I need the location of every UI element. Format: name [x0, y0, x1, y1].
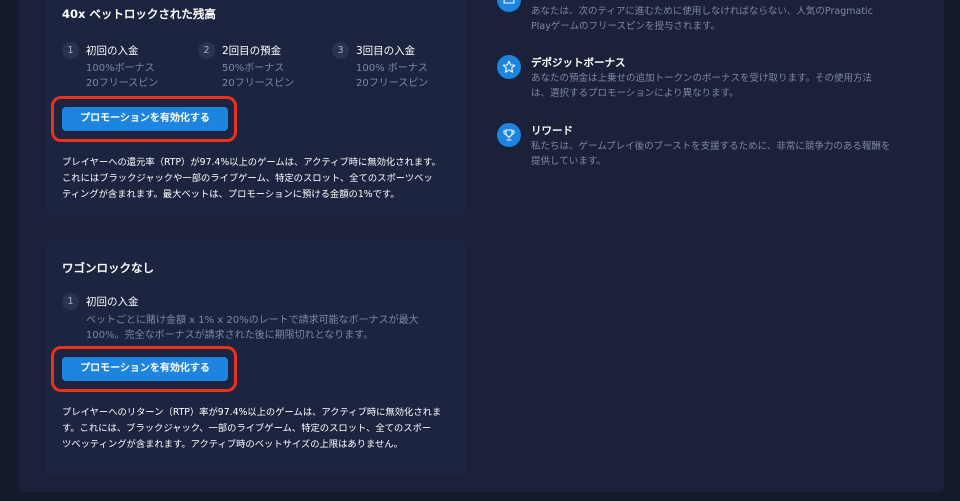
step-detail: 20フリースピン [356, 78, 429, 89]
step-detail: 20フリースピン [86, 78, 159, 89]
description-line: あなたの預金は上乗せの追加トークンのボーナスを受け取ります。その使用方法 [531, 73, 873, 84]
description-line: す。これには、ブラックジャック、一部のライブゲーム、特定のスロット、全てのスポー [62, 423, 432, 434]
description-line: 提供しています。 [531, 156, 606, 167]
step-detail: 20フリースピン [222, 78, 295, 89]
feature-title: リワード [531, 125, 573, 137]
description-line: これにはブラックジャックや一部のライブゲーム、特定のスロット、全てのスポーツベッ [62, 173, 433, 184]
promotion-title: 40x ベットロックされた残高 [62, 7, 216, 21]
step-detail: 50%ボーナス [222, 63, 285, 74]
button-highlight: プロモーションを有効化する [51, 346, 237, 392]
trophy-icon [497, 123, 521, 147]
promotion-title: ワゴンロックなし [62, 261, 154, 275]
step-detail: 100%ボーナス [86, 63, 155, 74]
activate-promotion-button[interactable]: プロモーションを有効化する [62, 357, 228, 381]
activate-promotion-button[interactable]: プロモーションを有効化する [62, 107, 228, 131]
step-title: 初回の入金 [86, 296, 139, 308]
description-line: プレイヤーへの還元率（RTP）が97.4%以上のゲームは、アクティブ時に無効化さ… [62, 157, 441, 168]
promotion-card-no-wager-lock: ワゴンロックなし 1 初回の入金 ベットごとに賭け金額 x 1% x 20%のレ… [46, 240, 466, 476]
step-number: 1 [62, 293, 79, 310]
feature-title: デポジットボーナス [531, 57, 626, 69]
description-line: ツベッティングが含まれます。アクティブ時のベットサイズの上限はありません。 [62, 439, 403, 450]
step-title: 2回目の預金 [222, 45, 282, 57]
description-line: ティングが含まれます。最大ベットは、プロモーションに預ける金額の1%です。 [62, 189, 400, 200]
step-detail: 100%。完全なボーナスが請求された後に期限切れとなります。 [86, 330, 374, 341]
step-detail: 100% ボーナス [356, 63, 428, 74]
step-detail: ベットごとに賭け金額 x 1% x 20%のレートで請求可能なボーナスが最大 [86, 315, 419, 326]
description-line: 私たちは、ゲームプレイ後のブーストを支援するために、非常に競争力のある報酬を [531, 141, 891, 152]
promotion-description: プレイヤーへのリターン（RTP）率が97.4%以上のゲームは、アクティブ時に無効… [62, 405, 462, 453]
step-title: 初回の入金 [86, 45, 139, 57]
step-number: 3 [332, 42, 349, 59]
feature-description: あなたの預金は上乗せの追加トークンのボーナスを受け取ります。その使用方法 は、選… [531, 71, 927, 101]
description-line: Playゲームのフリースピンを授与されます。 [531, 21, 721, 32]
feature-description: あなたは、次のティアに進むために使用しなければならない、人気のPragmatic… [531, 4, 927, 34]
step-number: 1 [62, 42, 79, 59]
promotion-description: プレイヤーへの還元率（RTP）が97.4%以上のゲームは、アクティブ時に無効化さ… [62, 155, 462, 203]
star-icon [497, 55, 521, 79]
feature-description: 私たちは、ゲームプレイ後のブーストを支援するために、非常に競争力のある報酬を 提… [531, 139, 927, 169]
description-line: プレイヤーへのリターン（RTP）率が97.4%以上のゲームは、アクティブ時に無効… [62, 407, 442, 418]
step-number: 2 [198, 42, 215, 59]
description-line: あなたは、次のティアに進むために使用しなければならない、人気のPragmatic [531, 6, 873, 17]
button-highlight: プロモーションを有効化する [51, 96, 237, 142]
step-title: 3回目の入金 [356, 45, 416, 57]
promotion-card-bet-locked: 40x ベットロックされた残高 1 初回の入金 100%ボーナス 20フリースピ… [46, 0, 466, 216]
description-line: は、選択するプロモーションにより異なります。 [531, 88, 739, 99]
